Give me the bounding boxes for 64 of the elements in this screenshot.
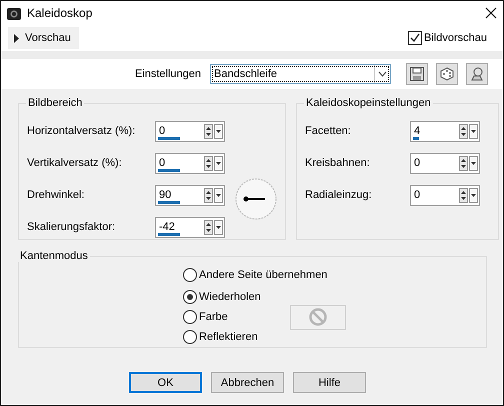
number-field[interactable]: -42 (155, 216, 225, 238)
save-button[interactable] (406, 63, 428, 85)
angle-dial-icon[interactable] (235, 178, 277, 220)
number-field[interactable]: 4 (410, 120, 480, 142)
value-bar (158, 232, 180, 236)
field-label: Drehwinkel: (27, 189, 86, 201)
number-field[interactable]: 0 (155, 120, 225, 142)
number-field[interactable]: 90 (155, 184, 225, 206)
dropdown-icon[interactable] (214, 156, 223, 170)
spin-arrows-icon[interactable] (459, 188, 468, 202)
spin-arrows-icon[interactable] (459, 124, 468, 138)
dialog-button[interactable]: OK (129, 372, 202, 393)
floppy-icon (410, 67, 424, 81)
spin-arrows-icon[interactable] (204, 156, 213, 170)
number-field[interactable]: 0 (410, 184, 480, 206)
radio-button[interactable] (183, 268, 197, 282)
dropdown-icon[interactable] (469, 188, 478, 202)
preview-toggle[interactable]: Vorschau (8, 27, 79, 49)
dropdown-icon[interactable] (214, 220, 223, 234)
field-label: Horizontalversatz (%): (27, 125, 136, 137)
group-title: Bildbereich (27, 97, 84, 109)
dropdown-icon[interactable] (469, 156, 478, 170)
window-title: Kaleidoskop (27, 6, 94, 20)
dialog-button[interactable]: Hilfe (293, 372, 366, 393)
radio-button[interactable] (183, 290, 197, 304)
chevron-icon (378, 71, 387, 77)
group-title: Kaleidoskopeinstellungen (305, 97, 432, 109)
dropdown-icon[interactable] (214, 188, 223, 202)
dice-icon (440, 67, 454, 81)
field-label: Skalierungsfaktor: (27, 221, 116, 233)
radio-label: Reflektieren (199, 331, 258, 343)
close-icon[interactable] (485, 7, 497, 19)
spin-arrows-icon[interactable] (204, 220, 213, 234)
value-bar (158, 200, 180, 204)
radio-label: Farbe (199, 311, 228, 323)
radio-label: Andere Seite übernehmen (199, 269, 328, 281)
presets-label: Einstellungen (134, 68, 202, 80)
prohibited-icon (308, 308, 327, 326)
dropdown-icon[interactable] (214, 124, 223, 138)
radio-label: Wiederholen (199, 291, 261, 303)
field-label: Radialeinzug: (305, 189, 373, 201)
presets-dropdown[interactable]: Bandschleife (210, 64, 391, 84)
checkbox[interactable] (408, 31, 422, 45)
camera-icon (7, 6, 21, 20)
number-field[interactable]: 0 (155, 152, 225, 174)
dialog-button[interactable]: Abbrechen (211, 372, 284, 393)
reset-button[interactable] (466, 63, 488, 85)
color-button[interactable] (290, 304, 346, 330)
value-bar (158, 136, 180, 140)
spin-arrows-icon[interactable] (459, 156, 468, 170)
random-button[interactable] (436, 63, 458, 85)
field-label: Facetten: (305, 125, 352, 137)
dropdown-icon[interactable] (469, 124, 478, 138)
value-bar (158, 168, 180, 172)
radio-button[interactable] (183, 330, 197, 344)
group-title: Kantenmodus (19, 250, 89, 262)
field-label: Kreisbahnen: (305, 157, 371, 169)
number-field[interactable]: 0 (410, 152, 480, 174)
spin-arrows-icon[interactable] (204, 124, 213, 138)
triangle-icon (14, 34, 20, 42)
field-label: Vertikalversatz (%): (27, 157, 123, 169)
checkbox-label: Bildvorschau (424, 32, 487, 44)
radio-button[interactable] (183, 310, 197, 324)
spin-arrows-icon[interactable] (204, 188, 213, 202)
